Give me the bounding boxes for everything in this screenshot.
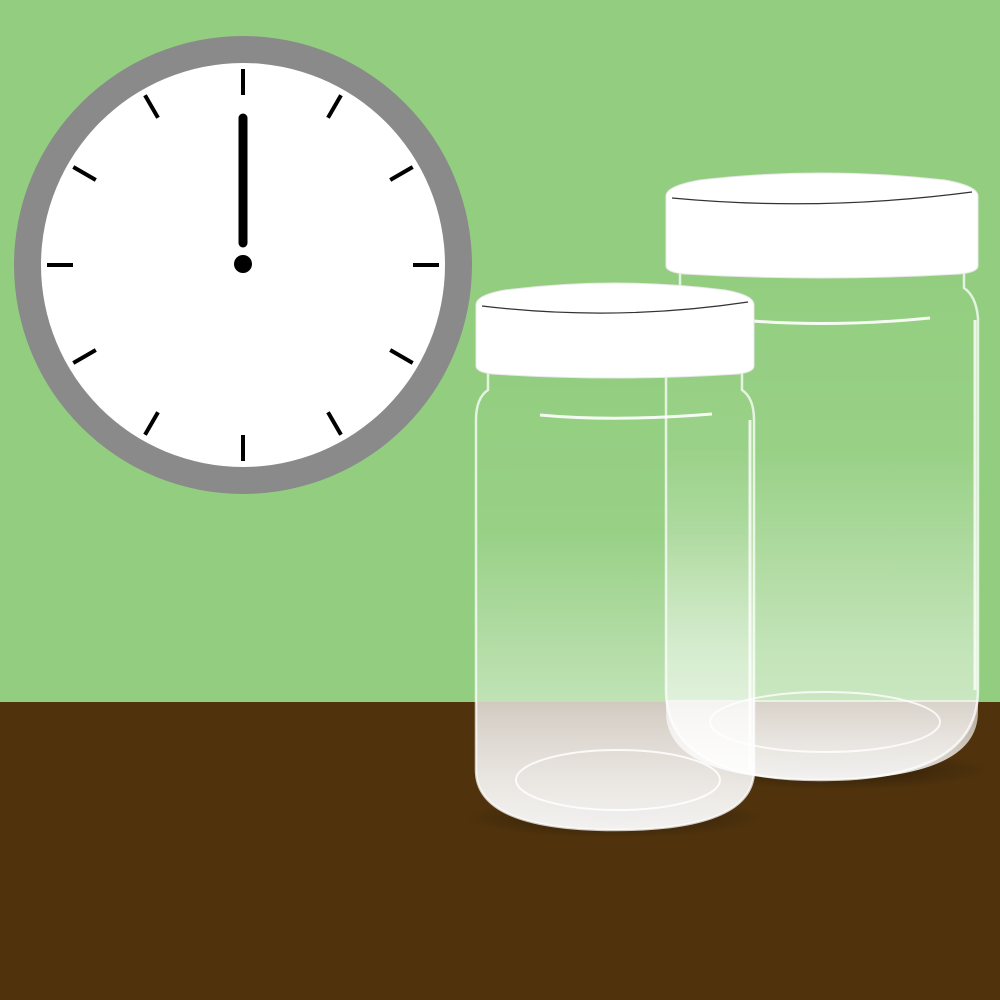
clock-center-pin bbox=[234, 255, 252, 273]
front-jar-lid bbox=[475, 282, 755, 379]
wall-clock bbox=[14, 36, 472, 494]
scene bbox=[0, 0, 1000, 1000]
front-jar bbox=[474, 282, 756, 832]
back-jar-lid bbox=[665, 172, 979, 279]
